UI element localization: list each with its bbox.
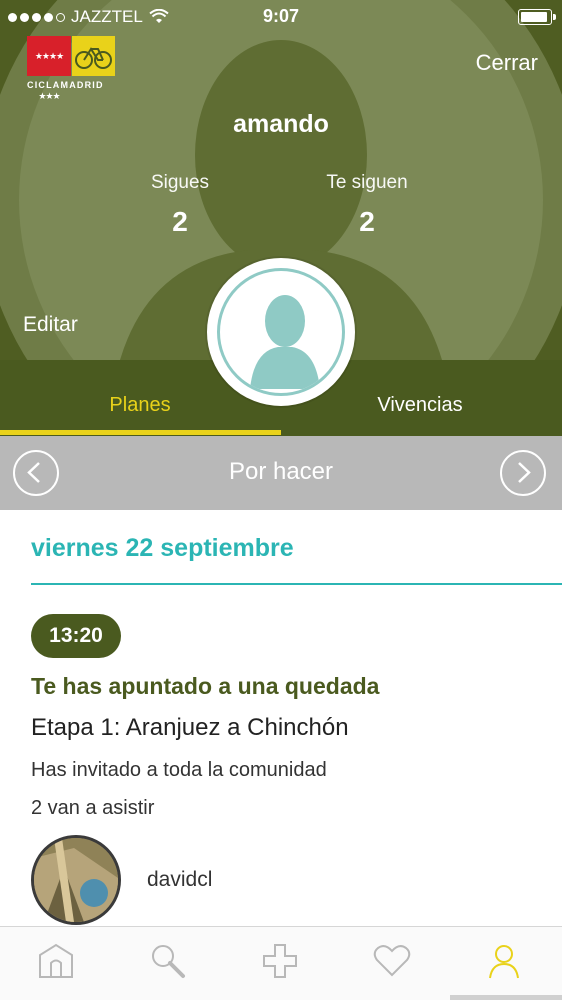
active-nav-indicator	[450, 995, 562, 1000]
followers-label: Te siguen	[326, 172, 408, 193]
chevron-right-icon	[518, 462, 531, 483]
next-filter-button[interactable]	[500, 450, 546, 496]
tab-vivencias[interactable]: Vivencias	[280, 394, 560, 417]
event-title[interactable]: Etapa 1: Aranjuez a Chinchón	[31, 714, 349, 742]
profile-icon	[489, 945, 519, 979]
search-icon	[152, 945, 185, 978]
nav-search[interactable]	[112, 941, 224, 987]
event-type: Te has apuntado a una quedada	[31, 673, 380, 699]
ciclamadrid-logo: ★★★★ ★★★ CICLAMADRID	[27, 36, 117, 101]
attendee-item[interactable]: davidcl	[31, 835, 331, 925]
following-stat[interactable]: Sigues 2	[110, 172, 250, 238]
active-tab-indicator	[0, 430, 281, 435]
bicycle-logo-icon	[72, 36, 115, 76]
date-divider	[31, 583, 562, 585]
clock: 9:07	[262, 6, 300, 26]
nav-create[interactable]	[224, 941, 336, 987]
date-heading: viernes 22 septiembre	[31, 534, 294, 562]
edit-profile-button[interactable]: Editar	[23, 313, 78, 337]
followers-count: 2	[359, 206, 375, 237]
logo-wordmark: CICLAMADRID	[27, 80, 104, 90]
filter-title: Por hacer	[228, 458, 334, 485]
status-bar: JAZZTEL 9:07	[0, 0, 562, 34]
plans-list: viernes 22 septiembre 13:20 Te has apunt…	[0, 510, 562, 926]
default-user-icon	[217, 268, 345, 396]
heart-icon	[373, 945, 411, 977]
event-invitation: Has invitado a toda la comunidad	[31, 759, 327, 781]
attendee-avatar	[31, 835, 121, 925]
attendee-name: davidcl	[147, 868, 213, 891]
event-time-badge: 13:20	[31, 614, 121, 658]
battery-level	[521, 12, 547, 22]
nav-profile[interactable]	[448, 941, 560, 987]
tab-planes[interactable]: Planes	[0, 394, 280, 417]
following-count: 2	[172, 206, 188, 237]
plus-icon	[263, 944, 297, 978]
close-button[interactable]: Cerrar	[476, 50, 538, 76]
home-icon	[39, 943, 73, 978]
followers-stat[interactable]: Te siguen 2	[297, 172, 437, 238]
madrid-flag-icon: ★★★★ ★★★	[27, 36, 71, 101]
bottom-navigation	[0, 926, 562, 1000]
nav-home[interactable]	[0, 941, 112, 987]
plan-filter-bar: Por hacer	[0, 436, 562, 510]
nav-favorites[interactable]	[336, 941, 448, 987]
profile-avatar[interactable]	[207, 258, 355, 406]
profile-username: amando	[233, 110, 329, 138]
battery-icon	[518, 9, 556, 25]
event-attendance: 2 van a asistir	[31, 797, 155, 819]
following-label: Sigues	[150, 172, 210, 193]
